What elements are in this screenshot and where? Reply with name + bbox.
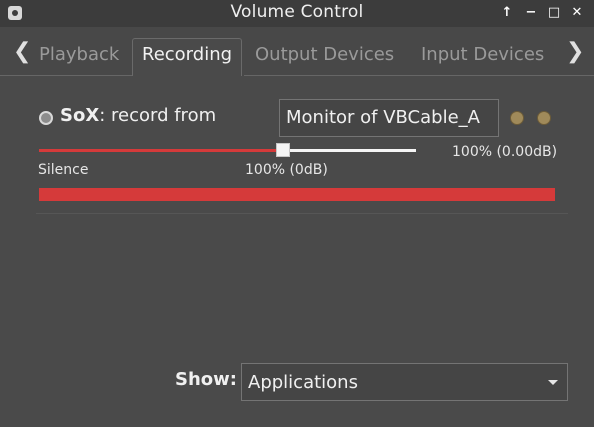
stream-title: SoX: record from: [60, 105, 216, 126]
close-button[interactable]: ✕: [568, 4, 586, 22]
stream-app-name: SoX: [60, 105, 100, 126]
tab-scroll-left-icon[interactable]: ❮: [13, 39, 31, 64]
microphone-icon: [39, 111, 53, 125]
slider-min-label: Silence: [38, 162, 89, 178]
lock-channels-icon[interactable]: [537, 111, 551, 125]
maximize-button[interactable]: □: [545, 4, 563, 22]
tab-input-devices[interactable]: Input Devices: [421, 39, 544, 77]
show-select-value: Applications: [248, 372, 358, 393]
mute-icon[interactable]: [510, 111, 524, 125]
stream-action: : record from: [99, 105, 217, 126]
volume-value: 100% (0.00dB): [452, 144, 558, 160]
slider-mark-label: 100% (0dB): [245, 162, 328, 178]
tab-output-devices[interactable]: Output Devices: [255, 39, 394, 77]
divider: [36, 213, 568, 214]
source-device-button[interactable]: Monitor of VBCable_A: [279, 99, 499, 137]
tab-baseline: [244, 75, 594, 76]
volume-slider-handle[interactable]: [276, 143, 290, 157]
tab-baseline: [0, 75, 132, 76]
show-select[interactable]: Applications: [241, 363, 568, 401]
tab-bar: ❮ Playback Recording Output Devices Inpu…: [0, 27, 594, 76]
show-label: Show:: [175, 369, 237, 390]
volume-slider-fill[interactable]: [39, 149, 283, 152]
title-bar: Volume Control ↑ − □ ✕: [0, 0, 594, 27]
minimize-button[interactable]: −: [522, 4, 540, 22]
pin-button[interactable]: ↑: [498, 4, 516, 22]
volume-slider-track[interactable]: [283, 149, 416, 152]
chevron-down-icon: [548, 380, 558, 385]
tab-recording[interactable]: Recording: [132, 38, 243, 76]
level-meter: [39, 188, 555, 201]
tab-playback[interactable]: Playback: [39, 39, 119, 77]
tab-scroll-right-icon[interactable]: ❯: [566, 39, 584, 64]
